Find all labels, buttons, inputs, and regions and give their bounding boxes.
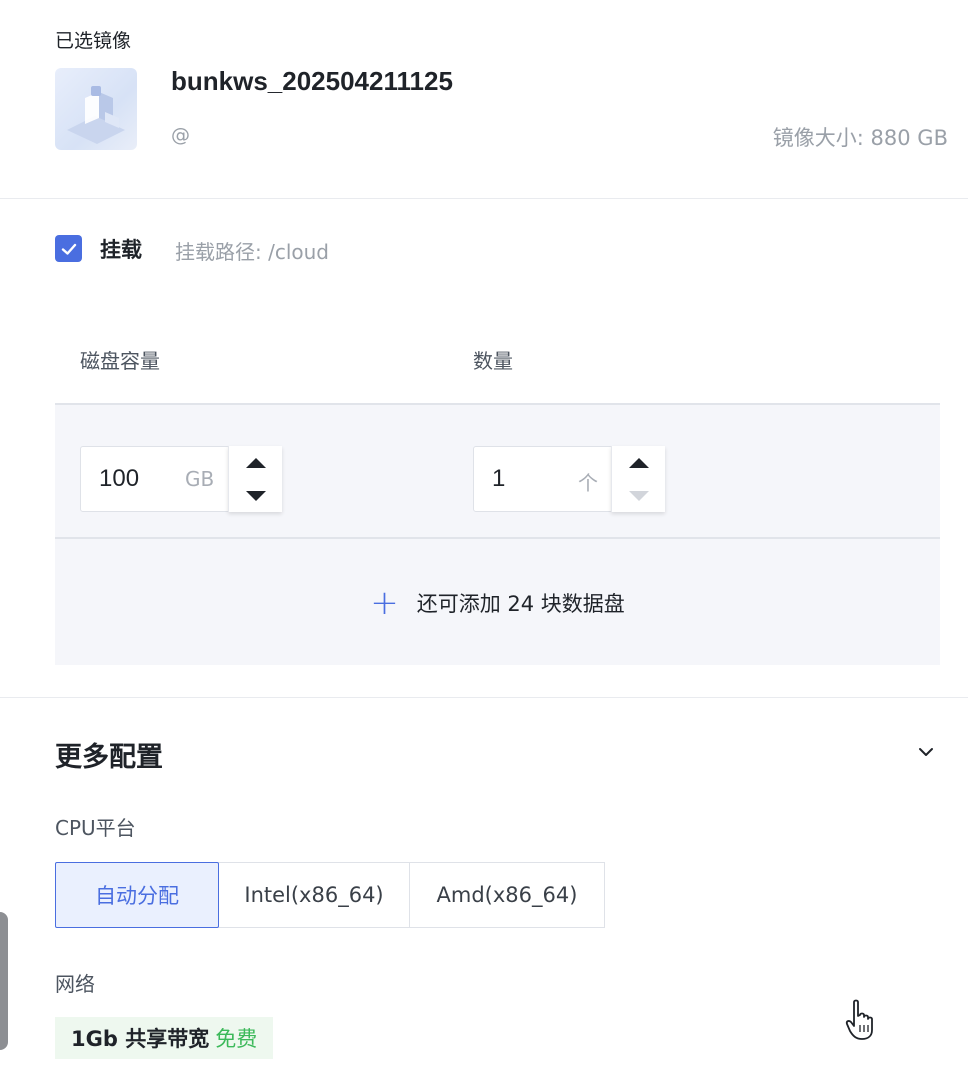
disk-count-value: 1: [492, 465, 506, 492]
cpu-option-amd[interactable]: Amd(x86_64): [409, 862, 605, 928]
divider: [0, 697, 968, 698]
capacity-decrease-button[interactable]: [229, 479, 283, 512]
chevron-down-icon[interactable]: [916, 742, 936, 762]
disk-capacity-unit: GB: [185, 467, 215, 491]
disk-capacity-stepper[interactable]: [228, 446, 282, 512]
arrow-down-icon: [629, 490, 649, 501]
side-scroll-handle[interactable]: [0, 912, 8, 1050]
cpu-option-auto[interactable]: 自动分配: [55, 862, 219, 928]
disk-count-stepper[interactable]: [611, 446, 665, 512]
disk-count-input[interactable]: 1 个: [473, 446, 613, 512]
mount-path: 挂载路径: /cloud: [175, 240, 329, 264]
network-label: 网络: [55, 972, 95, 996]
col-disk-count: 数量: [473, 349, 513, 373]
network-bandwidth: 1Gb 共享带宽: [71, 1027, 210, 1051]
arrow-up-icon: [629, 457, 649, 468]
image-size: 镜像大小: 880 GB: [772, 126, 948, 150]
cpu-platform-label: CPU平台: [55, 816, 136, 840]
count-increase-button[interactable]: [612, 446, 666, 479]
disk-capacity-value: 100: [99, 465, 140, 492]
add-data-disk-label: 还可添加 24 块数据盘: [416, 591, 625, 616]
add-data-disk-button[interactable]: + 还可添加 24 块数据盘: [55, 540, 940, 665]
col-disk-capacity: 磁盘容量: [80, 349, 160, 373]
arrow-down-icon: [246, 490, 266, 501]
network-price: 免费: [215, 1027, 258, 1051]
arrow-up-icon: [246, 457, 266, 468]
image-thumbnail: [55, 68, 137, 150]
divider: [0, 198, 968, 199]
selected-image-title: 已选镜像: [55, 30, 132, 52]
check-icon: [61, 243, 76, 255]
plus-icon: +: [370, 582, 399, 623]
count-decrease-button[interactable]: [612, 479, 666, 512]
image-owner: @: [171, 124, 190, 146]
mount-checkbox[interactable]: [55, 235, 82, 262]
hand-cursor-icon: [844, 998, 878, 1042]
network-bandwidth-tag: 1Gb 共享带宽 免费: [55, 1017, 274, 1059]
disk-capacity-input[interactable]: 100 GB: [80, 446, 230, 512]
capacity-increase-button[interactable]: [229, 446, 283, 479]
more-config-title[interactable]: 更多配置: [55, 735, 163, 774]
mount-label[interactable]: 挂载: [100, 234, 142, 264]
disk-count-unit: 个: [578, 471, 598, 495]
disk-row-divider: [55, 537, 940, 539]
cpu-option-intel[interactable]: Intel(x86_64): [218, 862, 410, 928]
image-name: bunkws_202504211125: [171, 66, 453, 96]
